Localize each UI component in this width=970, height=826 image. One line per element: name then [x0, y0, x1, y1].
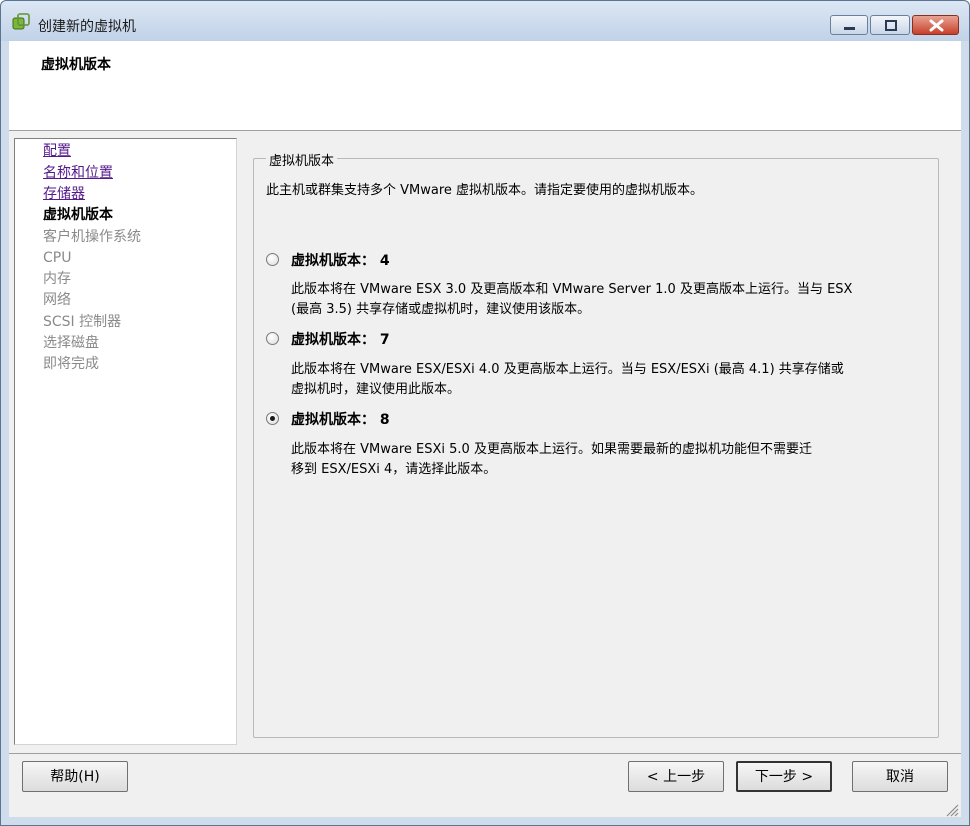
option-label: 虚拟机版本： 8: [291, 412, 390, 428]
description-line: 虚拟机时，建议使用此版本。: [291, 382, 461, 397]
radio-version-4[interactable]: [266, 253, 279, 266]
vsphere-app-icon: [12, 13, 30, 31]
next-button[interactable]: 下一步 >: [736, 761, 832, 792]
help-button[interactable]: 帮助(H): [22, 761, 128, 792]
step-link-name-location[interactable]: 名称和位置: [43, 163, 113, 183]
title-bar[interactable]: 创建新的虚拟机: [1, 1, 969, 41]
wizard-window: 创建新的虚拟机 虚拟机版本 配置 名称和位置 存储器 虚拟机版本 客户机操作系统…: [0, 0, 970, 826]
step-memory: 内存: [43, 271, 71, 287]
close-icon: [929, 19, 944, 32]
content-panel: 虚拟机版本 此主机或群集支持多个 VMware 虚拟机版本。请指定要使用的虚拟机…: [253, 138, 941, 739]
description-line: 此版本将在 VMware ESX/ESXi 4.0 及更高版本上运行。当与 ES…: [291, 362, 844, 377]
radio-version-7[interactable]: [266, 332, 279, 345]
step-network: 网络: [43, 292, 71, 308]
description-line: 此版本将在 VMware ESX 3.0 及更高版本和 VMware Serve…: [291, 282, 853, 297]
radio-selected-dot-icon: [270, 416, 275, 421]
maximize-button[interactable]: [870, 15, 910, 35]
radio-version-8-selected[interactable]: [266, 412, 279, 425]
option-description: 此版本将在 VMware ESX/ESXi 4.0 及更高版本上运行。当与 ES…: [291, 360, 921, 400]
option-description: 此版本将在 VMware ESXi 5.0 及更高版本上运行。如果需要最新的虚拟…: [291, 440, 921, 480]
window-title: 创建新的虚拟机: [38, 19, 136, 35]
step-select-disk: 选择磁盘: [43, 335, 99, 351]
cancel-button[interactable]: 取消: [852, 761, 948, 792]
wizard-client-area: 虚拟机版本 配置 名称和位置 存储器 虚拟机版本 客户机操作系统 CPU 内存 …: [9, 41, 961, 817]
group-legend: 虚拟机版本: [266, 150, 338, 169]
description-line: 此版本将在 VMware ESXi 5.0 及更高版本上运行。如果需要最新的虚拟…: [291, 442, 812, 457]
resize-grip-icon[interactable]: [943, 801, 959, 817]
wizard-header: 虚拟机版本: [9, 41, 961, 131]
option-label: 虚拟机版本： 7: [291, 332, 390, 348]
step-link-storage[interactable]: 存储器: [43, 184, 85, 204]
step-current-vm-version: 虚拟机版本: [43, 207, 113, 223]
intro-text: 此主机或群集支持多个 VMware 虚拟机版本。请指定要使用的虚拟机版本。: [266, 183, 704, 198]
description-line: (最高 3.5) 共享存储或虚拟机时，建议使用该版本。: [291, 302, 591, 317]
minimize-button[interactable]: [830, 15, 868, 35]
step-link-config[interactable]: 配置: [43, 141, 71, 161]
option-label: 虚拟机版本： 4: [291, 253, 390, 269]
step-ready-to-complete: 即将完成: [43, 356, 99, 372]
close-button[interactable]: [912, 15, 959, 35]
maximize-icon: [885, 20, 897, 31]
description-line: 移到 ESX/ESXi 4，请选择此版本。: [291, 462, 497, 477]
step-guest-os: 客户机操作系统: [43, 229, 141, 245]
vm-version-group: 虚拟机版本 此主机或群集支持多个 VMware 虚拟机版本。请指定要使用的虚拟机…: [253, 150, 939, 738]
page-title: 虚拟机版本: [41, 57, 111, 73]
step-cpu: CPU: [43, 250, 72, 266]
back-button[interactable]: < 上一步: [628, 761, 724, 792]
minimize-icon: [844, 27, 855, 30]
step-scsi-controller: SCSI 控制器: [43, 314, 122, 330]
footer-divider: [9, 753, 961, 754]
steps-list: 配置 名称和位置 存储器 虚拟机版本 客户机操作系统 CPU 内存 网络 SCS…: [14, 138, 237, 745]
option-description: 此版本将在 VMware ESX 3.0 及更高版本和 VMware Serve…: [291, 280, 921, 320]
